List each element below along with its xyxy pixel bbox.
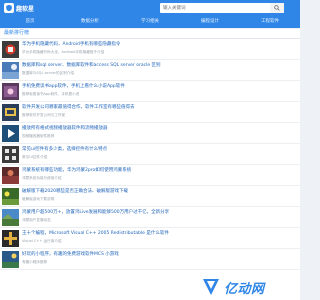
item-title[interactable]: 手机免费读书app软件，手机上看什么小说App软件	[22, 84, 125, 90]
item-desc: Visual C++ 运行库介绍	[22, 239, 62, 243]
list-item[interactable]: 鸿蒙用户超500万+，放置鸿Live发展和能够500万用户过千亿，全新分享 鸿蒙…	[0, 207, 300, 228]
item-title[interactable]: 数据库和sql server、数据库软件和access SQL server o…	[22, 63, 161, 69]
nav-item-engineering[interactable]: 工程软件	[240, 15, 300, 28]
logo-text: 趣软星	[16, 5, 35, 13]
article-thumbnail	[2, 104, 19, 121]
list-item[interactable]: 手机免费读书app软件，手机上看什么小说App软件 推荐免费读书App软件，手机…	[0, 81, 300, 102]
article-thumbnail	[2, 146, 19, 163]
article-thumbnail	[2, 188, 19, 205]
site-logo[interactable]: 趣软星	[4, 3, 46, 13]
article-thumbnail	[2, 230, 19, 247]
item-title[interactable]: 播放所有格式视频播放器软件和流畅播放器	[22, 126, 108, 132]
nav-item-data-analysis[interactable]: 数据分析	[60, 15, 120, 28]
list-item[interactable]: 王十个编程，Microsoft Visual C++ 2005 Redistri…	[0, 228, 300, 249]
nav-item-learning[interactable]: 学习相关	[120, 15, 180, 28]
item-desc: 常见UI控件介绍	[22, 155, 48, 159]
article-thumbnail	[2, 209, 19, 226]
item-title[interactable]: 鸿蒙用户超500万+，放置鸿Live发展和能够500万用户过千亿，全新分享	[22, 210, 169, 216]
item-desc: 鸿蒙用户发展动态	[22, 218, 51, 222]
item-title[interactable]: 好玩的小程序，有趣的免费游戏软件MCS 小游戏	[22, 252, 119, 258]
site-watermark: 亿动网	[200, 276, 298, 298]
item-title[interactable]: 常见ui控件有多少类，选择控件有什么特点	[22, 147, 107, 153]
item-desc: 破解版游戏下载说明	[22, 197, 55, 201]
list-item[interactable]: 好玩的小程序，有趣的免费游戏软件MCS 小游戏 有趣小程序推荐	[0, 249, 300, 270]
item-desc: 推荐免费读书App软件，手机看小说	[22, 92, 80, 96]
list-item[interactable]: 鸿蒙系统有哪些功能，华为鸿蒙2pro如何使用鸿蒙系统 鸿蒙系统功能与使用介绍	[0, 165, 300, 186]
list-item[interactable]: 破解版下载2020哪些是否正确合法、破解版游戏下载 破解版游戏下载说明	[0, 186, 300, 207]
header-bar: 趣软星 首页 数据分析 学习相关 编程设计 工程软件	[0, 0, 300, 28]
item-title[interactable]: 鸿蒙系统有哪些功能，华为鸿蒙2pro如何使用鸿蒙系统	[22, 168, 131, 174]
list-item[interactable]: 播放所有格式视频播放器软件和流畅播放器 视频播放器软件推荐	[0, 123, 300, 144]
watermark-logo-icon	[203, 279, 219, 295]
list-item[interactable]: 华为手机隐藏代码，Android手机有哪些隐藏指令 华为手机隐藏代码大全，And…	[0, 39, 300, 60]
search-button[interactable]	[270, 3, 284, 13]
search-box	[160, 3, 284, 13]
article-thumbnail	[2, 41, 19, 58]
latest-ranking-panel: 最新排行榜 华为手机隐藏代码，Android手机有哪些隐藏指令 华为手机隐藏代码…	[0, 29, 300, 300]
section-title: 最新排行榜	[4, 30, 30, 36]
nav-item-home[interactable]: 首页	[0, 15, 60, 28]
item-title[interactable]: 华为手机隐藏代码，Android手机有哪些隐藏指令	[22, 42, 120, 48]
item-title[interactable]: 破解版下载2020哪些是否正确合法、破解版游戏下载	[22, 189, 128, 195]
article-thumbnail	[2, 251, 19, 268]
search-input[interactable]	[160, 3, 270, 13]
list-item[interactable]: 数据库和sql server、数据库软件和access SQL server o…	[0, 60, 300, 81]
shield-logo-icon	[4, 3, 14, 13]
nav-item-programming[interactable]: 编程设计	[180, 15, 240, 28]
item-desc: 数据库与SQL server的区别介绍	[22, 71, 74, 75]
item-desc: 有趣小程序推荐	[22, 260, 48, 264]
list-item[interactable]: 常见ui控件有多少类，选择控件有什么特点 常见UI控件介绍	[0, 144, 300, 165]
item-desc: 鸿蒙系统功能与使用介绍	[22, 176, 62, 180]
item-title[interactable]: 王十个编程，Microsoft Visual C++ 2005 Redistri…	[22, 231, 169, 237]
list-item[interactable]: 软件开发公司哪家最值得合作，软件工作室有哪些值得去 推荐软件开发公司与工作室	[0, 102, 300, 123]
article-thumbnail	[2, 62, 19, 79]
search-icon	[274, 5, 280, 11]
watermark-text: 亿动网	[224, 281, 265, 297]
item-title[interactable]: 软件开发公司哪家最值得合作，软件工作室有哪些值得去	[22, 105, 135, 111]
item-desc: 华为手机隐藏代码大全，Android手机隐藏指令介绍	[22, 50, 105, 54]
item-desc: 视频播放器软件推荐	[22, 134, 55, 138]
article-thumbnail	[2, 83, 19, 100]
item-desc: 推荐软件开发公司与工作室	[22, 113, 66, 117]
article-thumbnail	[2, 125, 19, 142]
top-nav: 首页 数据分析 学习相关 编程设计 工程软件	[0, 15, 300, 28]
article-thumbnail	[2, 167, 19, 184]
